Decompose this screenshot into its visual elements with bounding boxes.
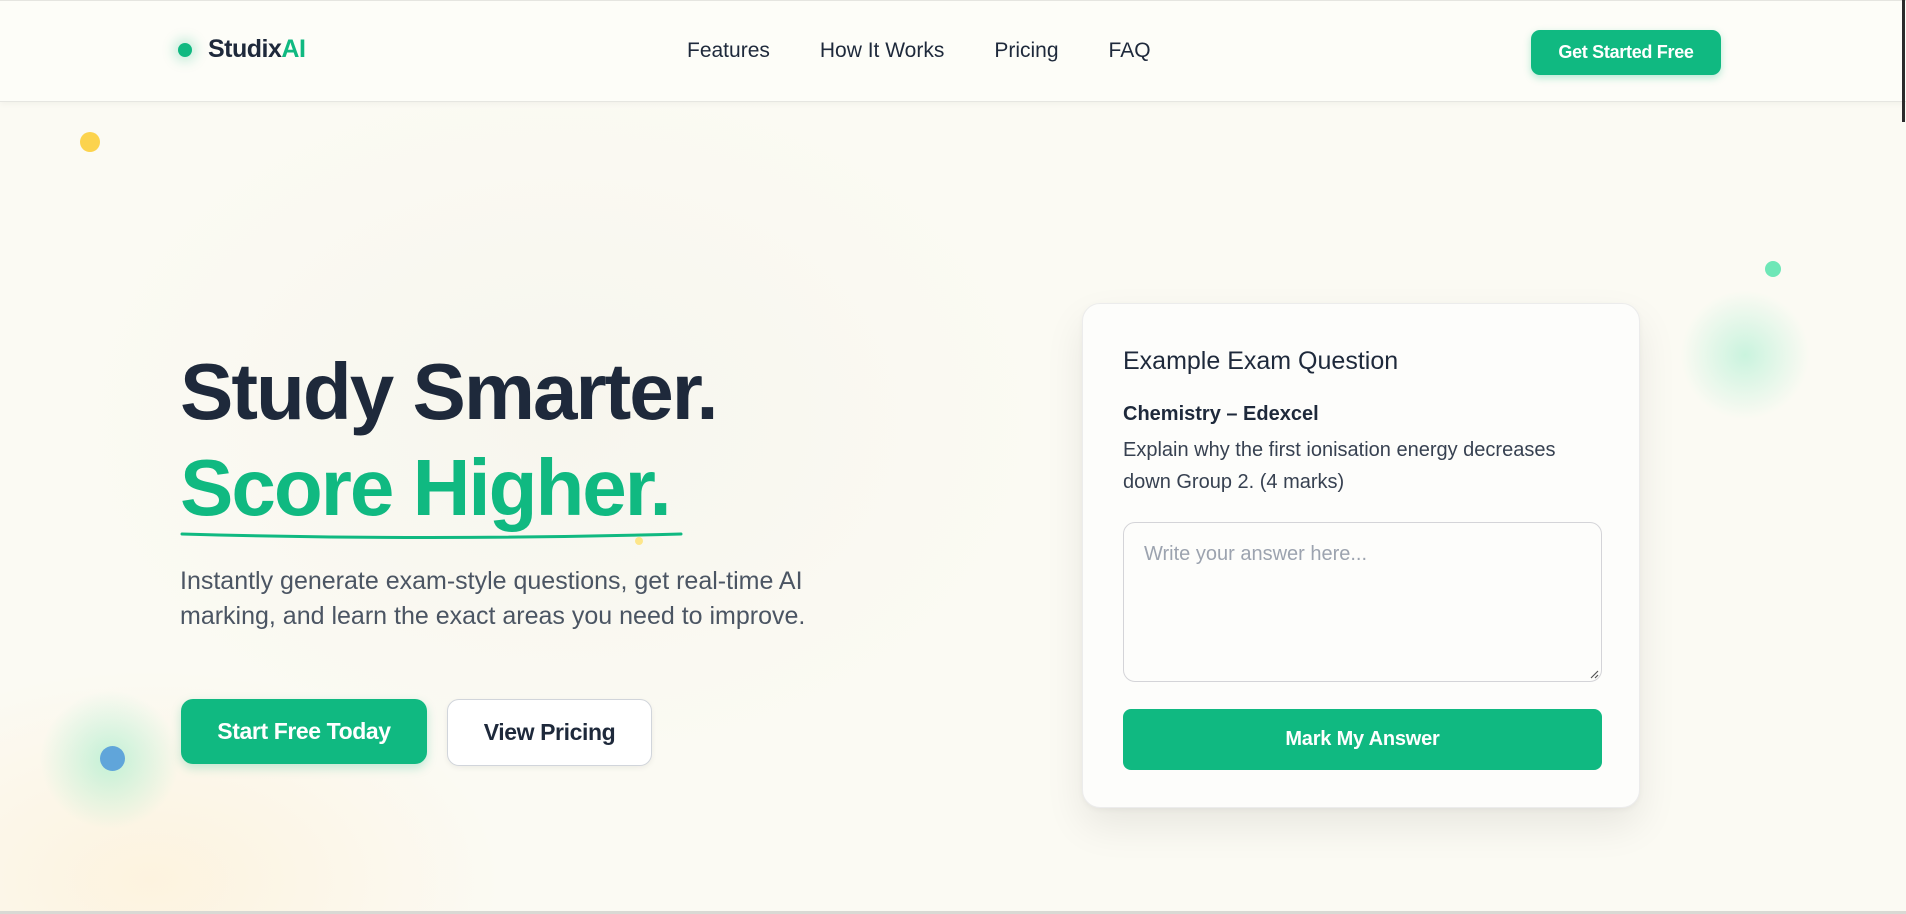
hero-title-line2: Score Higher.: [180, 443, 672, 532]
scrollbar-thumb[interactable]: [1902, 0, 1905, 122]
title-underline-decoration: [180, 532, 683, 539]
view-pricing-button[interactable]: View Pricing: [447, 699, 652, 766]
nav-link-features[interactable]: Features: [687, 39, 770, 63]
nav-link-faq[interactable]: FAQ: [1109, 39, 1151, 63]
decorative-blue-dot: [100, 746, 125, 771]
hero-description: Instantly generate exam-style questions,…: [180, 567, 806, 630]
decorative-green-glow: [1680, 290, 1810, 420]
resize-grip-icon[interactable]: [1589, 669, 1599, 679]
decorative-yellow-dot: [80, 132, 100, 152]
brand-logo[interactable]: StudixAI: [178, 35, 306, 64]
nav-links: Features How It Works Pricing FAQ: [687, 39, 1201, 63]
question-text: Explain why the first ionisation energy …: [1123, 439, 1556, 493]
brand-name: StudixAI: [208, 35, 306, 64]
card-title: Example Exam Question: [1123, 347, 1399, 375]
nav-link-how-it-works[interactable]: How It Works: [820, 39, 944, 63]
hero-title-line1: Study Smarter.: [180, 347, 719, 436]
decorative-green-dot: [1765, 261, 1781, 277]
brand-name-main: Studix: [208, 35, 282, 63]
mark-answer-button[interactable]: Mark My Answer: [1123, 709, 1602, 770]
brand-dot-icon: [178, 42, 192, 57]
nav-link-pricing[interactable]: Pricing: [994, 39, 1058, 63]
answer-textarea[interactable]: [1123, 522, 1602, 682]
start-free-button[interactable]: Start Free Today: [181, 699, 427, 764]
get-started-button[interactable]: Get Started Free: [1531, 30, 1721, 75]
question-subject: Chemistry – Edexcel: [1123, 403, 1319, 425]
brand-name-accent: AI: [281, 35, 306, 63]
example-question-card: Example Exam Question Chemistry – Edexce…: [1082, 303, 1640, 808]
top-navbar: StudixAI Features How It Works Pricing F…: [0, 0, 1906, 102]
